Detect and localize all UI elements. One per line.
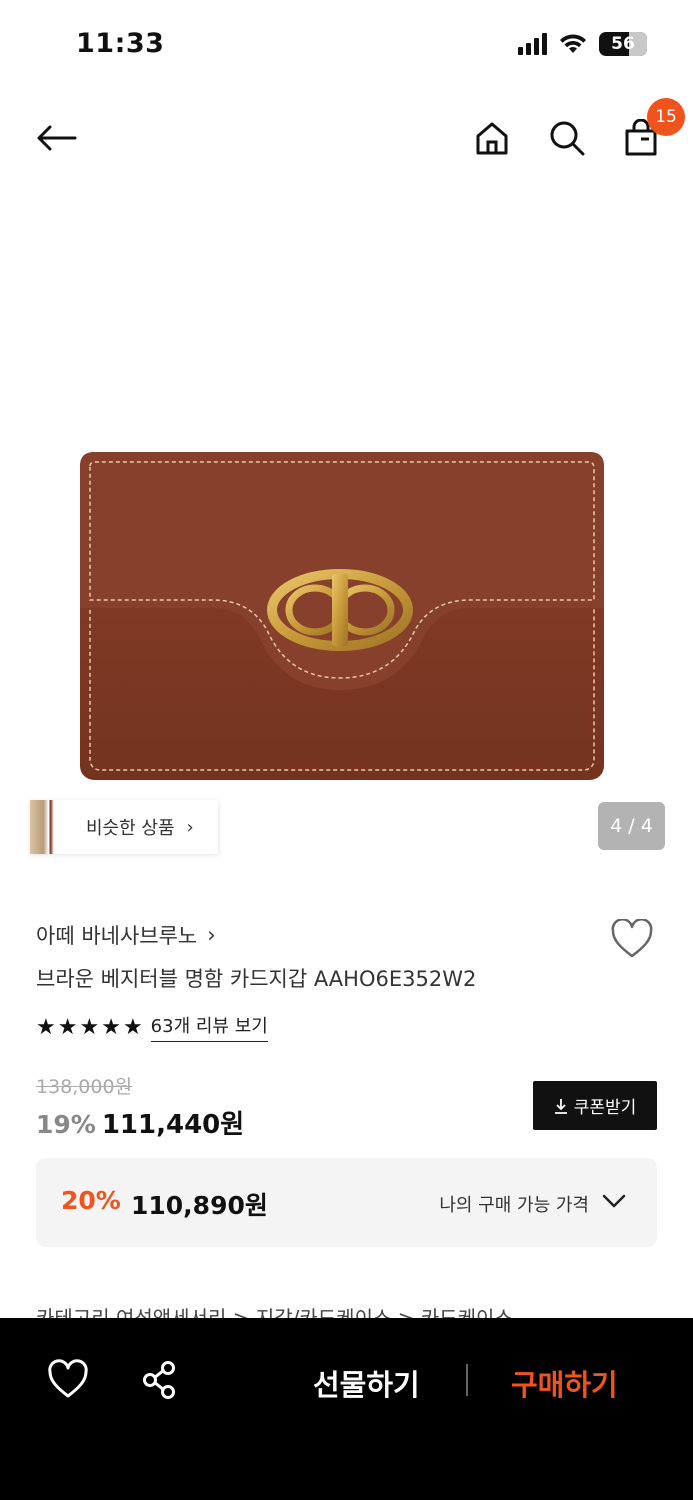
coupon-label: 쿠폰받기 [573,1098,637,1118]
similar-products-label: 비슷한 상품 [86,818,175,839]
heart-icon [611,919,653,958]
coupon-download-button[interactable]: 쿠폰받기 [533,1081,657,1130]
chevron-down-icon [602,1194,626,1208]
product-image[interactable] [0,190,693,870]
review-link[interactable]: 63개 리뷰 보기 [150,1012,268,1042]
home-button[interactable] [468,114,516,162]
rating-stars: ★ ★ ★ ★ ★ [36,1015,143,1040]
sale-price: 111,440원 [101,1110,245,1140]
download-icon [554,1098,567,1114]
home-icon [476,122,508,155]
star-icon: ★ [101,1014,121,1040]
share-icon [143,1361,175,1399]
image-counter: 4 / 4 [598,802,665,850]
wishlist-button[interactable] [609,916,655,962]
star-icon: ★ [36,1014,56,1040]
star-icon: ★ [79,1014,100,1040]
chevron-right-icon: › [207,923,216,947]
battery-icon: 56 [599,32,647,56]
buy-button[interactable]: 구매하기 [511,1362,618,1404]
cart-count-badge: 15 [647,98,685,136]
brand-name: 아떼 바네사브루노 [36,924,198,948]
share-button[interactable] [138,1358,182,1402]
arrow-left-icon [37,125,77,151]
card-wallet-image [80,452,604,780]
brand-link[interactable]: 아떼 바네사브루노 › [36,920,216,950]
top-nav: 15 [0,98,693,176]
product-name: 브라운 베지터블 명함 카드지갑 AAHO6E352W2 [36,967,477,991]
wifi-icon [560,34,586,53]
back-button[interactable] [30,114,82,162]
my-price-discount: 20% [61,1186,121,1215]
divider [466,1364,468,1396]
cellular-signal-icon [518,33,547,55]
cart-button[interactable]: 15 [617,98,685,162]
my-price-label: 나의 구매 가능 가격 [439,1195,589,1216]
discount-rate: 19% [36,1110,96,1139]
my-price-value: 110,890원 [131,1191,268,1220]
rating-row: ★ ★ ★ ★ ★ 63개 리뷰 보기 [36,1012,268,1042]
bottom-wishlist-button[interactable] [46,1358,90,1402]
status-time: 11:33 [76,28,165,59]
search-icon [550,121,585,156]
battery-level: 56 [611,34,635,54]
similar-product-thumbnail [30,800,64,854]
status-icons: 56 [518,32,647,56]
similar-products-button[interactable]: 비슷한 상품 › [30,800,218,854]
my-price-box[interactable]: 20% 110,890원 나의 구매 가능 가격 [36,1158,657,1247]
status-bar: 11:33 56 [0,0,693,90]
original-price: 138,000원 [36,1076,133,1098]
star-icon: ★ [57,1014,78,1040]
gift-button[interactable]: 선물하기 [313,1362,420,1404]
price-row: 19% 111,440원 [36,1104,244,1141]
star-icon: ★ [122,1014,143,1040]
bottom-action-bar: 선물하기 구매하기 [0,1318,693,1500]
chevron-right-icon: › [186,816,194,838]
heart-icon [48,1359,88,1398]
search-button[interactable] [543,114,591,162]
